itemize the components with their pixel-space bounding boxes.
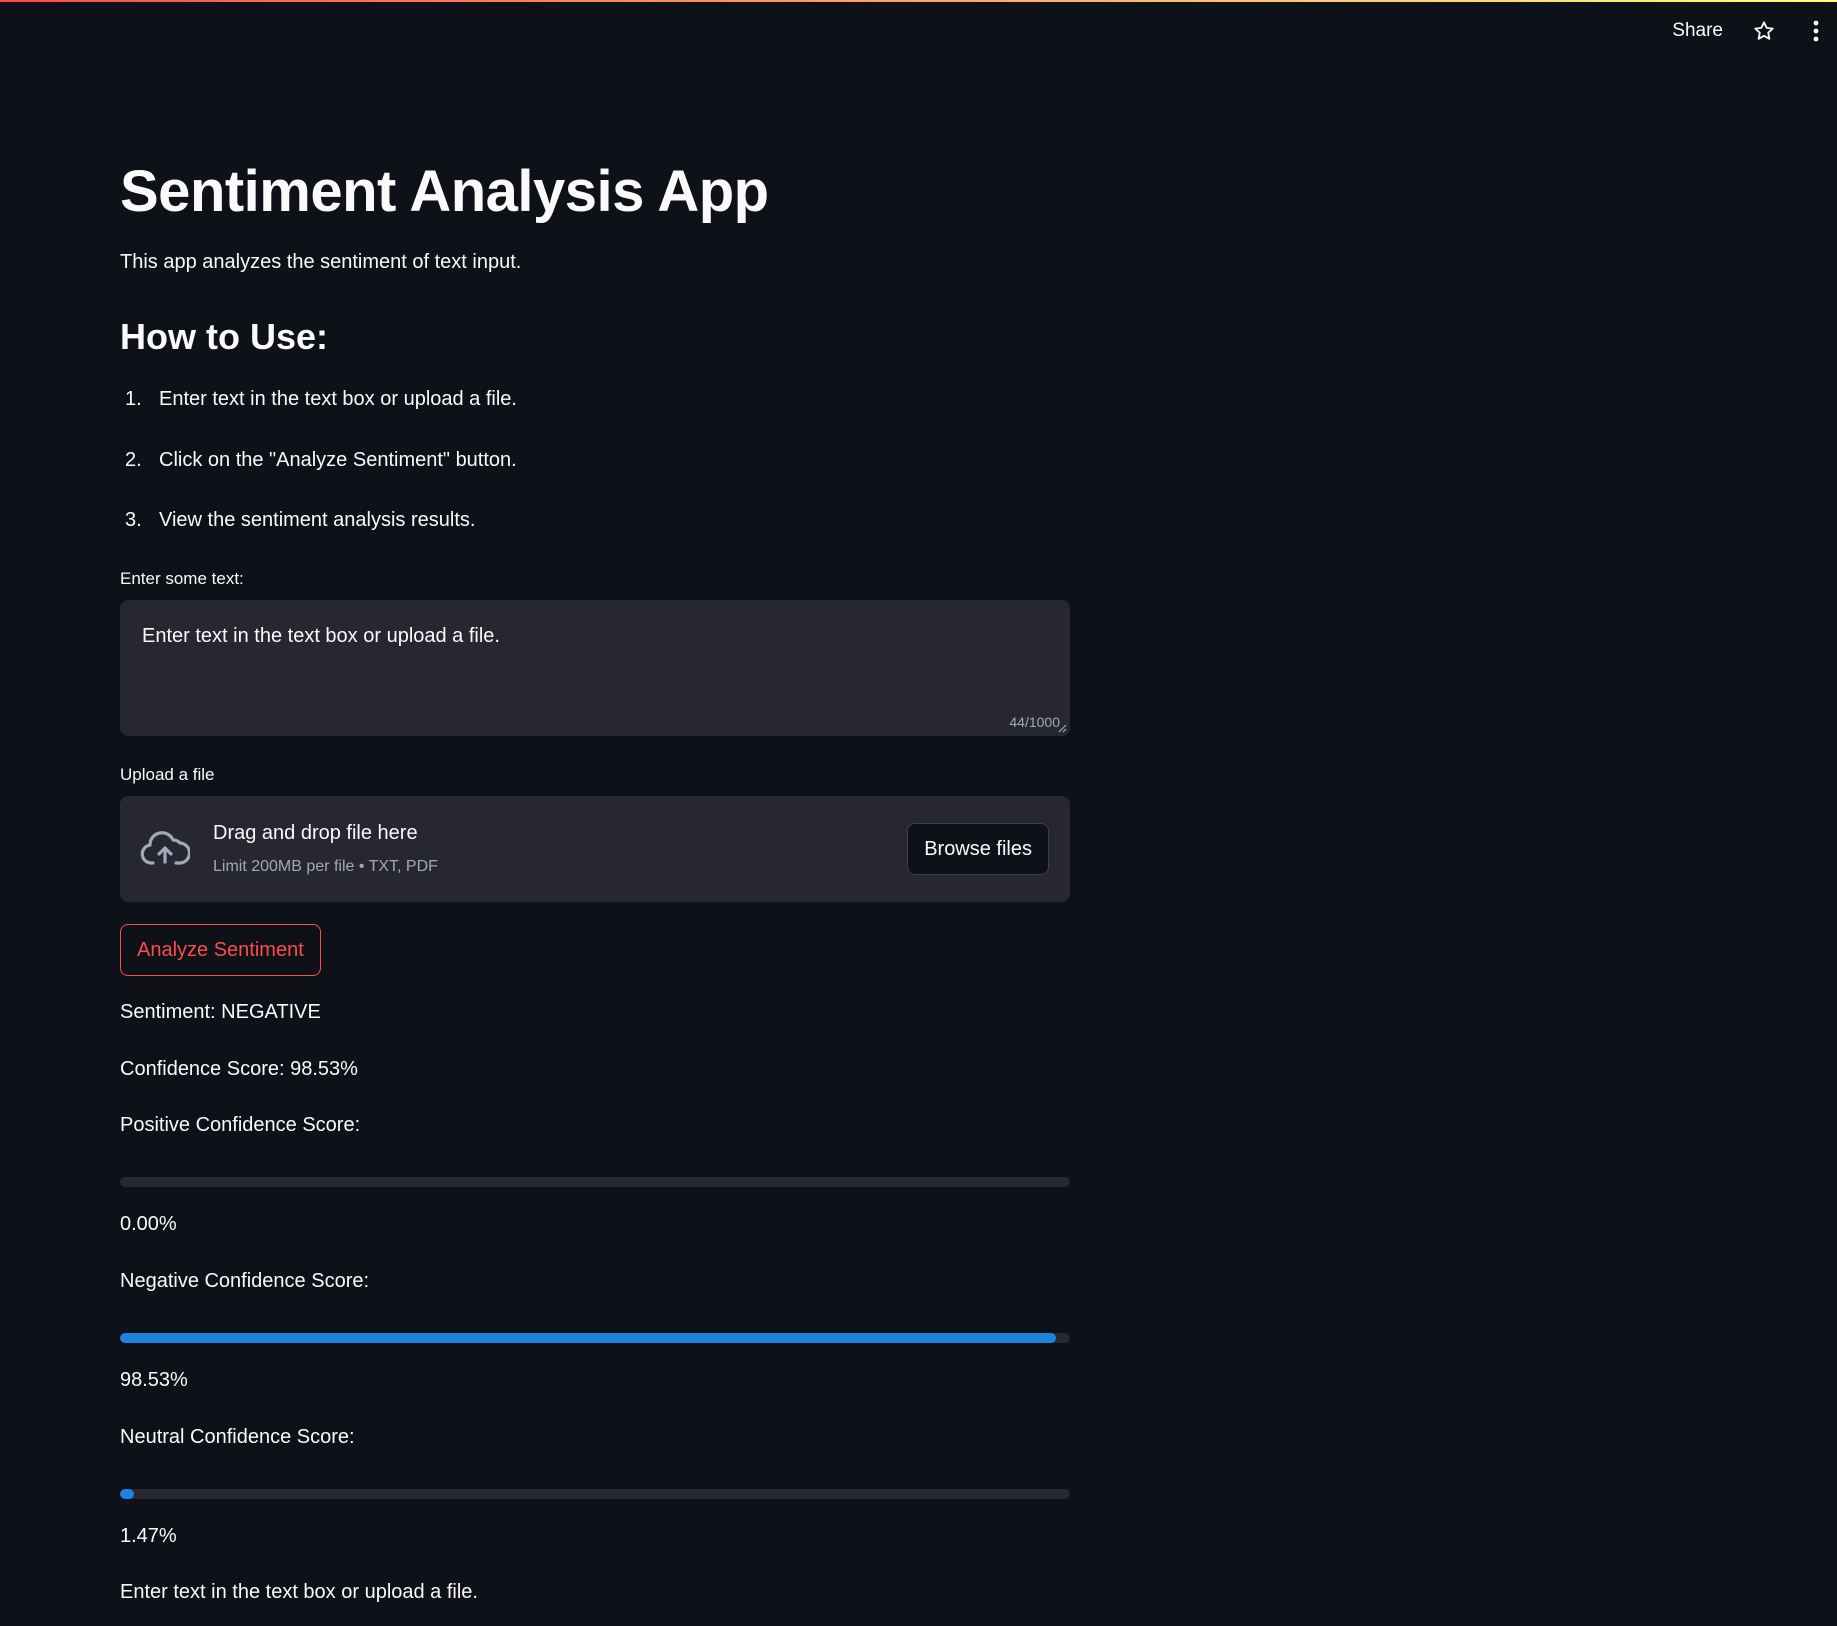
sentiment-result: Sentiment: NEGATIVE xyxy=(120,1001,321,1023)
text-input-area[interactable]: Enter text in the text box or upload a f… xyxy=(120,600,1070,736)
confidence-result: Confidence Score: 98.53% xyxy=(120,1058,358,1080)
negative-score-label: Negative Confidence Score: xyxy=(120,1270,370,1292)
step-text: Enter text in the text box or upload a f… xyxy=(159,388,517,410)
dropzone-title: Drag and drop file here xyxy=(213,822,418,844)
progress-fill xyxy=(120,1489,134,1499)
list-item: 3. View the sentiment analysis results. xyxy=(120,509,517,570)
neutral-progress-bar xyxy=(120,1489,1070,1499)
share-button[interactable]: Share xyxy=(1668,16,1727,46)
char-count: 44/1000 xyxy=(1009,714,1060,730)
neutral-score-value: 1.47% xyxy=(120,1525,177,1547)
step-number: 3. xyxy=(125,509,142,531)
step-text: Click on the "Analyze Sentiment" button. xyxy=(159,448,517,471)
page-title: Sentiment Analysis App xyxy=(120,159,769,224)
list-item: 1. Enter text in the text box or upload … xyxy=(120,388,517,449)
file-dropzone[interactable]: Drag and drop file here Limit 200MB per … xyxy=(120,796,1070,902)
vertical-dots-icon[interactable] xyxy=(1801,16,1831,46)
analyze-sentiment-button[interactable]: Analyze Sentiment xyxy=(120,924,321,976)
steps-list: 1. Enter text in the text box or upload … xyxy=(120,388,517,570)
text-input-value: Enter text in the text box or upload a f… xyxy=(142,625,500,647)
positive-score-label: Positive Confidence Score: xyxy=(120,1114,361,1136)
neutral-score-label: Neutral Confidence Score: xyxy=(120,1426,355,1448)
list-item: 2. Click on the "Analyze Sentiment" butt… xyxy=(120,449,517,510)
progress-fill xyxy=(120,1333,1057,1343)
top-toolbar: Share xyxy=(1668,14,1837,48)
file-upload-label: Upload a file xyxy=(120,765,215,784)
browse-files-button[interactable]: Browse files xyxy=(907,823,1049,875)
intro-text: This app analyzes the sentiment of text … xyxy=(120,251,522,273)
star-icon[interactable] xyxy=(1749,16,1779,46)
how-to-heading: How to Use: xyxy=(120,316,329,357)
text-input-label: Enter some text: xyxy=(120,569,244,588)
step-number: 2. xyxy=(125,448,142,471)
negative-progress-bar xyxy=(120,1333,1070,1343)
step-number: 1. xyxy=(125,388,142,410)
positive-progress-bar xyxy=(120,1177,1070,1187)
top-decoration-bar xyxy=(0,0,1837,2)
positive-score-value: 0.00% xyxy=(120,1213,177,1235)
dropzone-limit: Limit 200MB per file • TXT, PDF xyxy=(213,858,438,875)
step-text: View the sentiment analysis results. xyxy=(159,509,476,531)
resize-handle-icon[interactable] xyxy=(1057,723,1067,733)
cloud-upload-icon xyxy=(140,831,190,865)
negative-score-value: 98.53% xyxy=(120,1369,188,1391)
footer-message: Enter text in the text box or upload a f… xyxy=(120,1581,478,1603)
